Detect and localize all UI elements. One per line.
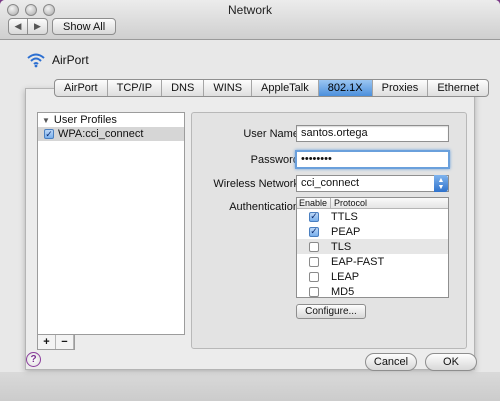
protocol-name: TLS xyxy=(331,240,352,253)
tls-checkbox[interactable] xyxy=(309,241,319,252)
show-all-button[interactable]: Show All xyxy=(52,18,117,35)
protocol-row-leap[interactable]: LEAP xyxy=(297,269,448,284)
authentication-table[interactable]: Enable Protocol ✓ TTLS ✓ PEAP TLS EAP-FA… xyxy=(296,197,449,298)
user-profiles-list[interactable]: ▼ User Profiles ✓ WPA:cci_connect xyxy=(37,112,185,335)
back-icon[interactable]: ◀ xyxy=(8,18,28,35)
wifi-icon xyxy=(27,53,45,68)
window-title: Network xyxy=(227,3,272,17)
protocol-name: MD5 xyxy=(331,285,355,298)
md5-checkbox[interactable] xyxy=(309,286,319,297)
protocol-name: EAP-FAST xyxy=(331,255,385,268)
profile-add-remove: + − xyxy=(37,335,75,350)
protocol-name: TTLS xyxy=(331,210,358,223)
authentication-label: Authentication: xyxy=(229,201,302,213)
airport-header: AirPort xyxy=(26,52,89,68)
wireless-network-select[interactable]: cci_connect ▲ ▼ xyxy=(296,175,449,192)
network-window: Network ◀ ▶ Show All AirPort AirPort TCP… xyxy=(0,0,500,401)
password-label: Password: xyxy=(250,154,302,166)
tab-airport[interactable]: AirPort xyxy=(55,80,108,96)
profile-settings-panel: User Name: santos.ortega Password: •••••… xyxy=(191,112,467,349)
user-name-label: User Name: xyxy=(243,128,302,140)
wireless-network-label: Wireless Network: xyxy=(213,178,302,190)
protocol-row-eap-fast[interactable]: EAP-FAST xyxy=(297,254,448,269)
popup-arrow-icon[interactable]: ▲ ▼ xyxy=(434,175,448,192)
auth-table-header: Enable Protocol xyxy=(297,198,448,209)
configure-button[interactable]: Configure... xyxy=(296,304,366,319)
peap-checkbox[interactable]: ✓ xyxy=(309,226,319,237)
cancel-button[interactable]: Cancel xyxy=(365,353,417,371)
protocol-row-peap[interactable]: ✓ PEAP xyxy=(297,224,448,239)
window-bottom-bar xyxy=(0,372,500,401)
profiles-group-header[interactable]: ▼ User Profiles xyxy=(38,113,184,127)
title-bar: Network ◀ ▶ Show All xyxy=(0,0,500,40)
protocol-row-tls[interactable]: TLS xyxy=(297,239,448,254)
profile-item[interactable]: ✓ WPA:cci_connect xyxy=(38,127,184,141)
tab-tcpip[interactable]: TCP/IP xyxy=(108,80,163,96)
airport-label: AirPort xyxy=(52,53,89,67)
protocol-row-ttls[interactable]: ✓ TTLS xyxy=(297,209,448,224)
wireless-network-value: cci_connect xyxy=(301,177,360,189)
nav-buttons: ◀ ▶ xyxy=(8,18,48,35)
tab-appletalk[interactable]: AppleTalk xyxy=(252,80,319,96)
add-profile-button[interactable]: + xyxy=(38,335,56,349)
tab-wins[interactable]: WINS xyxy=(204,80,253,96)
forward-icon[interactable]: ▶ xyxy=(28,18,48,35)
tab-bar: AirPort TCP/IP DNS WINS AppleTalk 802.1X… xyxy=(54,79,489,97)
protocol-name: LEAP xyxy=(331,270,360,283)
profiles-group-label: User Profiles xyxy=(53,114,117,126)
remove-profile-button[interactable]: − xyxy=(56,335,74,349)
8021x-sheet: ▼ User Profiles ✓ WPA:cci_connect + − Us… xyxy=(25,88,475,370)
tab-8021x[interactable]: 802.1X xyxy=(318,80,373,96)
ok-button[interactable]: OK xyxy=(425,353,477,371)
protocol-column-header[interactable]: Protocol xyxy=(331,198,367,208)
ttls-checkbox[interactable]: ✓ xyxy=(309,211,319,222)
password-field[interactable]: •••••••• xyxy=(295,150,450,169)
eap-fast-checkbox[interactable] xyxy=(309,256,319,267)
protocol-row-md5[interactable]: MD5 xyxy=(297,284,448,299)
protocol-name: PEAP xyxy=(331,225,361,238)
profile-item-label: WPA:cci_connect xyxy=(58,128,144,140)
profile-enable-checkbox[interactable]: ✓ xyxy=(44,129,54,139)
enable-column-header[interactable]: Enable xyxy=(297,198,331,208)
disclosure-triangle-icon[interactable]: ▼ xyxy=(42,116,50,125)
tab-proxies[interactable]: Proxies xyxy=(373,80,429,96)
leap-checkbox[interactable] xyxy=(309,271,319,282)
user-name-field[interactable]: santos.ortega xyxy=(296,125,449,142)
help-icon[interactable]: ? xyxy=(26,352,41,367)
tab-ethernet[interactable]: Ethernet xyxy=(428,80,488,96)
tab-dns[interactable]: DNS xyxy=(162,80,205,96)
